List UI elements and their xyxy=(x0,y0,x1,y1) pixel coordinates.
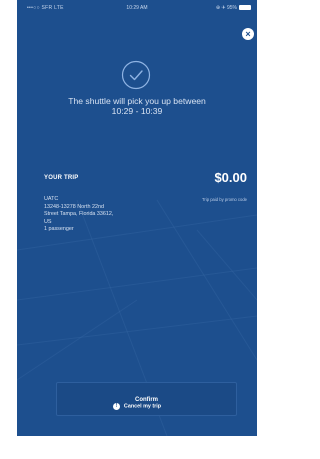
pickup-message-line1: The shuttle will pick you up between xyxy=(68,96,206,106)
status-icons: ⊕ ✈ 95% xyxy=(215,5,237,11)
passenger-count: 1 passenger xyxy=(44,226,74,233)
app-screen: •••○○ SFR LTE 10:29 AM ⊕ ✈ 95% × The shu… xyxy=(17,0,257,436)
address-line-2: Street Tampa, Florida 33612, xyxy=(44,211,114,218)
close-button[interactable]: × xyxy=(242,28,254,40)
pickup-time-window: 10:29 - 10:39 xyxy=(111,106,163,116)
confirm-button[interactable]: Confirm xyxy=(56,382,237,416)
address-line-3: US xyxy=(44,218,52,225)
destination-name: UATC xyxy=(44,196,59,202)
trip-price: $0.00 xyxy=(214,170,247,185)
address-line-1: 13248-13278 North 22nd xyxy=(44,203,104,210)
cancel-trip-label: Cancel my trip xyxy=(123,403,162,410)
check-circle-icon xyxy=(121,60,151,90)
status-bar: •••○○ SFR LTE 10:29 AM ⊕ ✈ 95% xyxy=(17,0,257,16)
promo-note: Trip paid by promo code xyxy=(202,197,247,202)
pickup-message: The shuttle will pick you up between 10:… xyxy=(37,96,237,116)
cancel-trip-link[interactable]: ! Cancel my trip xyxy=(17,403,257,410)
your-trip-heading: YOUR TRIP xyxy=(44,175,79,181)
info-icon: ! xyxy=(112,403,120,410)
trip-details: UATC 13248-13278 North 22nd Street Tampa… xyxy=(44,196,113,234)
battery-icon xyxy=(239,5,251,10)
